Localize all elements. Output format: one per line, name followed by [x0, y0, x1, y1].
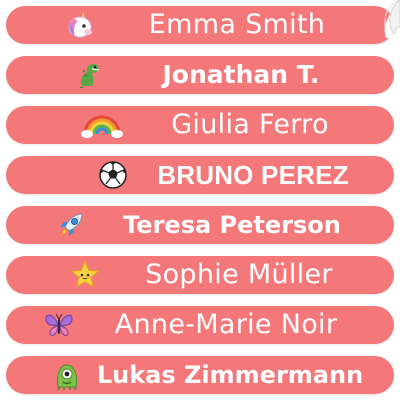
name-text: Teresa Peterson — [123, 211, 341, 239]
star-icon — [68, 258, 102, 292]
name-label: Lukas Zimmermann — [6, 356, 394, 394]
butterfly-icon — [42, 308, 76, 342]
name-text: Giulia Ferro — [171, 109, 329, 140]
name-label: Sophie Müller — [6, 256, 394, 294]
name-text: Lukas Zimmermann — [96, 361, 364, 389]
dinosaur-icon — [72, 58, 106, 92]
name-label: Anne-Marie Noir — [6, 306, 394, 344]
name-text: Emma Smith — [148, 9, 326, 40]
rainbow-icon — [80, 108, 124, 142]
name-text: BRUNO PEREZ — [157, 160, 349, 190]
soccer-ball-icon — [96, 158, 130, 192]
name-label: Teresa Peterson — [6, 206, 394, 244]
name-text: Sophie Müller — [145, 259, 333, 290]
name-label: Giulia Ferro — [6, 106, 394, 144]
alien-icon — [50, 358, 84, 392]
name-label: Emma Smith — [6, 6, 394, 44]
name-label-sheet: Emma Smith Jonathan T. Giulia Ferro BRUN… — [0, 0, 400, 400]
unicorn-icon — [64, 8, 98, 42]
name-text: Anne-Marie Noir — [114, 309, 338, 340]
name-text: Jonathan T. — [162, 60, 320, 89]
name-label: Jonathan T. — [6, 56, 394, 94]
name-label: BRUNO PEREZ — [6, 156, 394, 194]
rocket-icon — [54, 208, 88, 242]
